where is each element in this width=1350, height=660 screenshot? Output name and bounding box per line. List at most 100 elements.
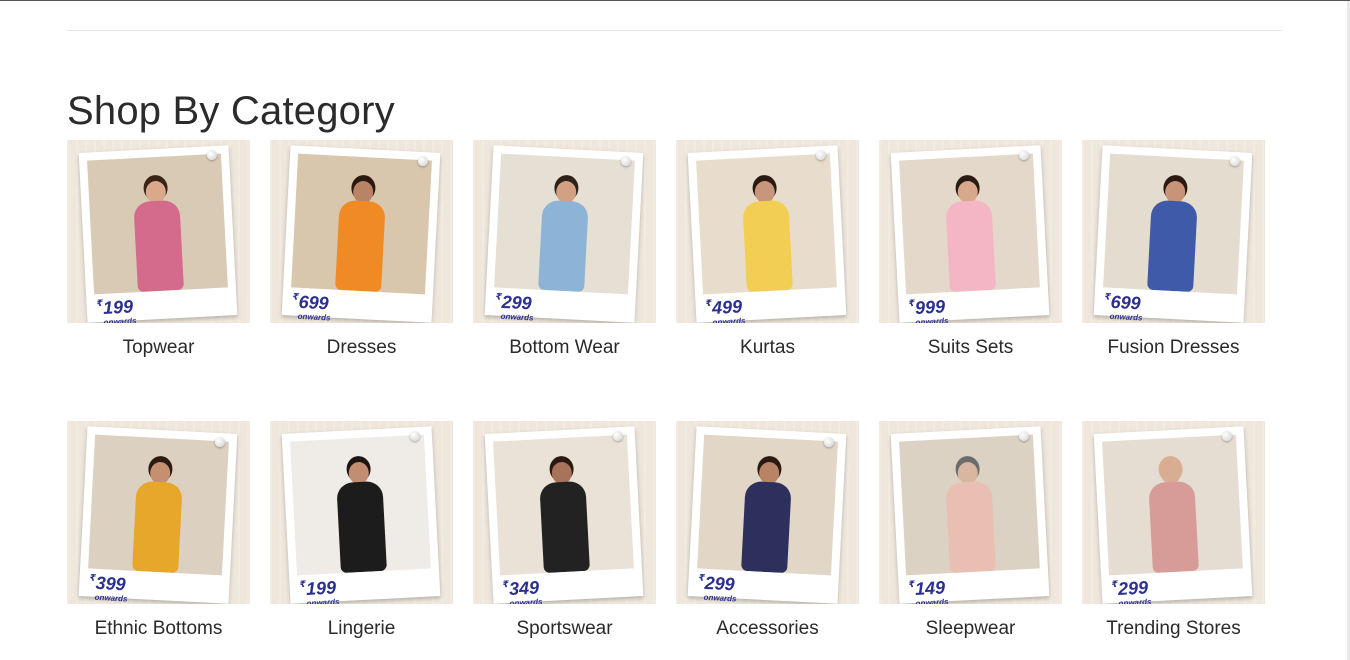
model-figure — [127, 461, 189, 574]
category-tile-accessories[interactable]: ₹299 onwards Accessories — [676, 421, 859, 640]
category-thumbnail: ₹999 onwards — [879, 140, 1062, 323]
price-tag: ₹299 onwards — [494, 292, 534, 323]
polaroid-frame: ₹149 onwards — [890, 426, 1050, 604]
price-tag: ₹149 onwards — [908, 577, 949, 604]
price-suffix: onwards — [94, 592, 128, 604]
model-outfit — [945, 480, 996, 574]
model-figure — [330, 461, 392, 574]
model-photo — [494, 153, 635, 295]
category-thumbnail: ₹349 onwards — [473, 421, 656, 604]
price-amount: 299 — [1117, 577, 1149, 599]
price-amount: 999 — [914, 296, 946, 318]
model-figure — [736, 180, 798, 293]
category-label: Lingerie — [327, 618, 396, 639]
category-tile-bottom-wear[interactable]: ₹299 onwards Bottom Wear — [473, 140, 656, 359]
category-label: Trending Stores — [1106, 618, 1241, 639]
category-thumbnail: ₹149 onwards — [879, 421, 1062, 604]
price-tag: ₹199 onwards — [299, 577, 339, 604]
category-tile-suits-sets[interactable]: ₹999 onwards Suits Sets — [879, 140, 1062, 359]
category-tile-ethnic-bottoms[interactable]: ₹399 onwards Ethnic Bottoms — [67, 421, 250, 640]
model-figure — [533, 180, 595, 293]
category-tile-dresses[interactable]: ₹699 onwards Dresses — [270, 140, 453, 359]
price-suffix: onwards — [297, 311, 331, 323]
polaroid-frame: ₹699 onwards — [281, 145, 441, 323]
polaroid-frame: ₹349 onwards — [484, 426, 644, 604]
model-photo — [290, 434, 431, 576]
model-photo — [88, 434, 229, 576]
section-title: Shop By Category — [67, 89, 395, 133]
model-photo — [1102, 434, 1243, 576]
model-figure — [330, 180, 392, 293]
price-tag: ₹499 onwards — [705, 296, 745, 323]
model-photo — [493, 434, 634, 576]
category-tile-sleepwear[interactable]: ₹149 onwards Sleepwear — [879, 421, 1062, 640]
category-tile-lingerie[interactable]: ₹199 onwards Lingerie — [270, 421, 453, 640]
model-outfit — [1148, 480, 1199, 574]
price-amount: 199 — [305, 577, 337, 599]
price-amount: 149 — [914, 577, 946, 599]
category-thumbnail: ₹199 onwards — [67, 140, 250, 323]
category-label: Sleepwear — [925, 618, 1016, 639]
section-divider — [67, 30, 1282, 31]
model-photo — [291, 153, 432, 295]
model-outfit — [335, 199, 386, 293]
model-photo — [87, 153, 228, 295]
category-tile-topwear[interactable]: ₹199 onwards Topwear — [67, 140, 250, 359]
model-photo — [899, 434, 1040, 576]
polaroid-frame: ₹299 onwards — [687, 426, 847, 604]
category-tile-kurtas[interactable]: ₹499 onwards Kurtas — [676, 140, 859, 359]
model-outfit — [336, 480, 387, 574]
model-figure — [533, 461, 595, 574]
model-photo — [696, 153, 837, 295]
price-tag: ₹299 onwards — [697, 572, 737, 604]
model-figure — [127, 180, 189, 293]
model-figure — [736, 461, 798, 574]
price-amount: 399 — [95, 572, 127, 595]
price-amount: 299 — [704, 572, 736, 595]
category-label: Suits Sets — [927, 337, 1014, 358]
category-label: Dresses — [326, 337, 397, 358]
category-label: Topwear — [122, 337, 195, 358]
model-figure — [1142, 180, 1204, 293]
category-tile-trending-stores[interactable]: ₹299 onwards Trending Stores — [1082, 421, 1265, 640]
price-suffix: onwards — [103, 316, 137, 323]
price-amount: 699 — [298, 291, 330, 314]
price-amount: 349 — [508, 577, 540, 599]
price-suffix: onwards — [1109, 311, 1143, 323]
model-outfit — [945, 199, 996, 293]
category-label: Kurtas — [740, 337, 795, 358]
category-tile-sportswear[interactable]: ₹349 onwards Sportswear — [473, 421, 656, 640]
category-thumbnail: ₹299 onwards — [473, 140, 656, 323]
category-tile-fusion-dresses[interactable]: ₹699 onwards Fusion Dresses — [1082, 140, 1265, 359]
price-suffix: onwards — [915, 597, 949, 604]
polaroid-frame: ₹299 onwards — [484, 145, 644, 323]
price-tag: ₹699 onwards — [291, 291, 331, 323]
price-tag: ₹999 onwards — [908, 296, 949, 323]
price-suffix: onwards — [703, 592, 737, 604]
category-label: Fusion Dresses — [1107, 337, 1240, 358]
category-label: Ethnic Bottoms — [94, 618, 223, 639]
category-label: Bottom Wear — [509, 337, 620, 358]
polaroid-frame: ₹399 onwards — [78, 426, 238, 604]
model-outfit — [741, 480, 792, 574]
polaroid-frame: ₹199 onwards — [281, 426, 441, 604]
model-outfit — [1147, 199, 1198, 293]
model-figure — [939, 180, 1001, 293]
category-thumbnail: ₹299 onwards — [1082, 421, 1265, 604]
polaroid-frame: ₹499 onwards — [687, 145, 847, 323]
price-suffix: onwards — [915, 316, 949, 323]
category-thumbnail: ₹499 onwards — [676, 140, 859, 323]
price-tag: ₹199 onwards — [96, 296, 137, 323]
category-grid: ₹199 onwards Topwear ₹699 onwards Dresse… — [67, 140, 1267, 640]
category-thumbnail: ₹299 onwards — [676, 421, 859, 604]
price-tag: ₹399 onwards — [88, 572, 128, 604]
polaroid-frame: ₹299 onwards — [1093, 426, 1253, 604]
category-label: Accessories — [716, 618, 819, 639]
category-thumbnail: ₹199 onwards — [270, 421, 453, 604]
model-photo — [899, 153, 1040, 295]
price-suffix: onwards — [1118, 597, 1152, 604]
model-outfit — [538, 199, 589, 293]
polaroid-frame: ₹699 onwards — [1093, 145, 1253, 323]
model-outfit — [742, 199, 793, 293]
polaroid-frame: ₹999 onwards — [890, 145, 1050, 323]
